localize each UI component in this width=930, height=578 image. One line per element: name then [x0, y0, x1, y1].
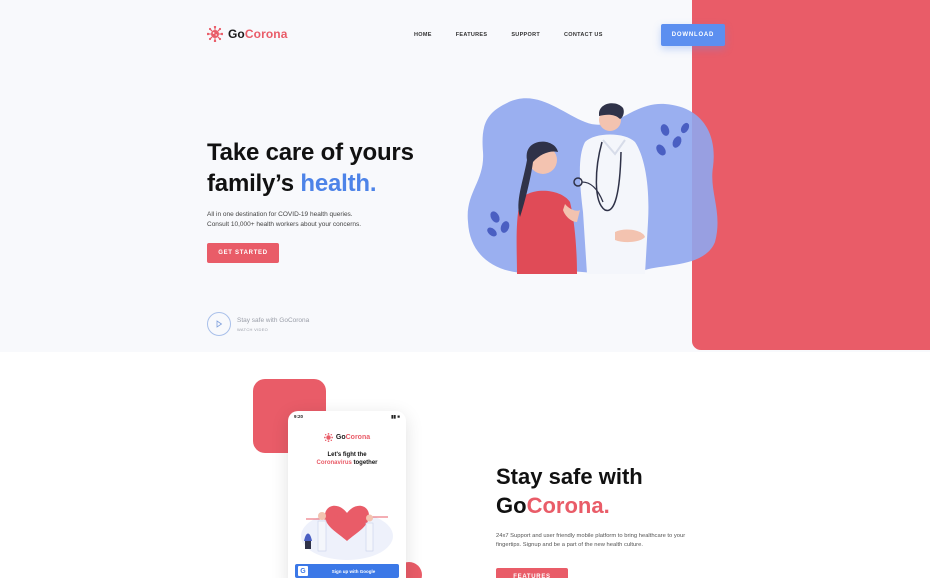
brand-name-go: Go — [228, 27, 245, 41]
hero-section: GoCorona HOME FEATURES SUPPORT CONTACT U… — [0, 0, 930, 352]
hero-description-line2: Consult 10,000+ health workers about you… — [207, 221, 362, 228]
google-signup-button[interactable]: G Sign up with Google — [295, 564, 399, 578]
brand-name: GoCorona — [228, 27, 287, 41]
hero-title-line1: Take care of yours — [207, 139, 414, 166]
get-started-button[interactable]: GET STARTED — [207, 243, 279, 263]
section2-title-corona: Corona. — [526, 493, 610, 518]
nav-contact-us[interactable]: CONTACT US — [564, 32, 603, 38]
hero-red-panel — [692, 0, 930, 350]
google-icon: G — [298, 566, 308, 576]
phone-status-bar: 9:20 ▮▮ ■ — [288, 411, 406, 420]
google-signup-label: Sign up with Google — [331, 568, 376, 574]
watch-video-link[interactable]: Stay safe with GoCorona WATCH VIDEO — [207, 312, 309, 336]
play-button[interactable] — [207, 312, 231, 336]
phone-mockup: 9:20 ▮▮ ■ GoCorona Let's fight the Coron… — [288, 411, 406, 578]
hero-title-line2: family’s — [207, 170, 301, 197]
phone-heart-illustration — [301, 505, 393, 560]
virus-logo-icon — [207, 26, 223, 42]
download-button[interactable]: DOWNLOAD — [661, 24, 725, 46]
hero-description: All in one destination for COVID-19 heal… — [207, 210, 427, 230]
phone-signal-icon: ▮▮ ■ — [391, 414, 400, 419]
hero-description-line1: All in one destination for COVID-19 heal… — [207, 211, 353, 218]
doctor-patient-illustration — [467, 98, 718, 274]
main-nav: HOME FEATURES SUPPORT CONTACT US — [414, 32, 627, 38]
nav-home[interactable]: HOME — [414, 32, 432, 38]
nav-support[interactable]: SUPPORT — [511, 32, 540, 38]
section2-title-go: Go — [496, 493, 527, 518]
nav-features[interactable]: FEATURES — [456, 32, 488, 38]
brand-name-corona: Corona — [244, 27, 288, 41]
phone-brand-corona: Corona — [345, 434, 371, 441]
phone-heading-accent: Coronavirus — [316, 460, 352, 466]
features-button[interactable]: FEATURES — [496, 568, 568, 578]
phone-heading-suffix: together — [351, 460, 378, 466]
hero-title-accent: health. — [300, 170, 377, 197]
hero-title: Take care of yours family’s health. — [207, 137, 467, 199]
section2-description: 24x7 Support and user friendly mobile pl… — [496, 533, 686, 548]
phone-heading: Let's fight the Coronavirus together — [288, 451, 406, 467]
section2-title-line1: Stay safe with — [496, 464, 643, 489]
video-title: Stay safe with GoCorona — [237, 316, 310, 324]
phone-virus-icon — [323, 433, 333, 442]
brand-logo[interactable]: GoCorona — [207, 26, 287, 42]
section2-title: Stay safe with GoCorona. — [496, 462, 716, 520]
video-subtitle: WATCH VIDEO — [237, 326, 269, 332]
phone-time: 9:20 — [294, 414, 304, 419]
phone-brand-go: Go — [335, 434, 346, 441]
play-icon — [216, 320, 223, 328]
phone-heading-line1: Let's fight the — [327, 452, 367, 458]
phone-brand-logo: GoCorona — [288, 433, 406, 442]
